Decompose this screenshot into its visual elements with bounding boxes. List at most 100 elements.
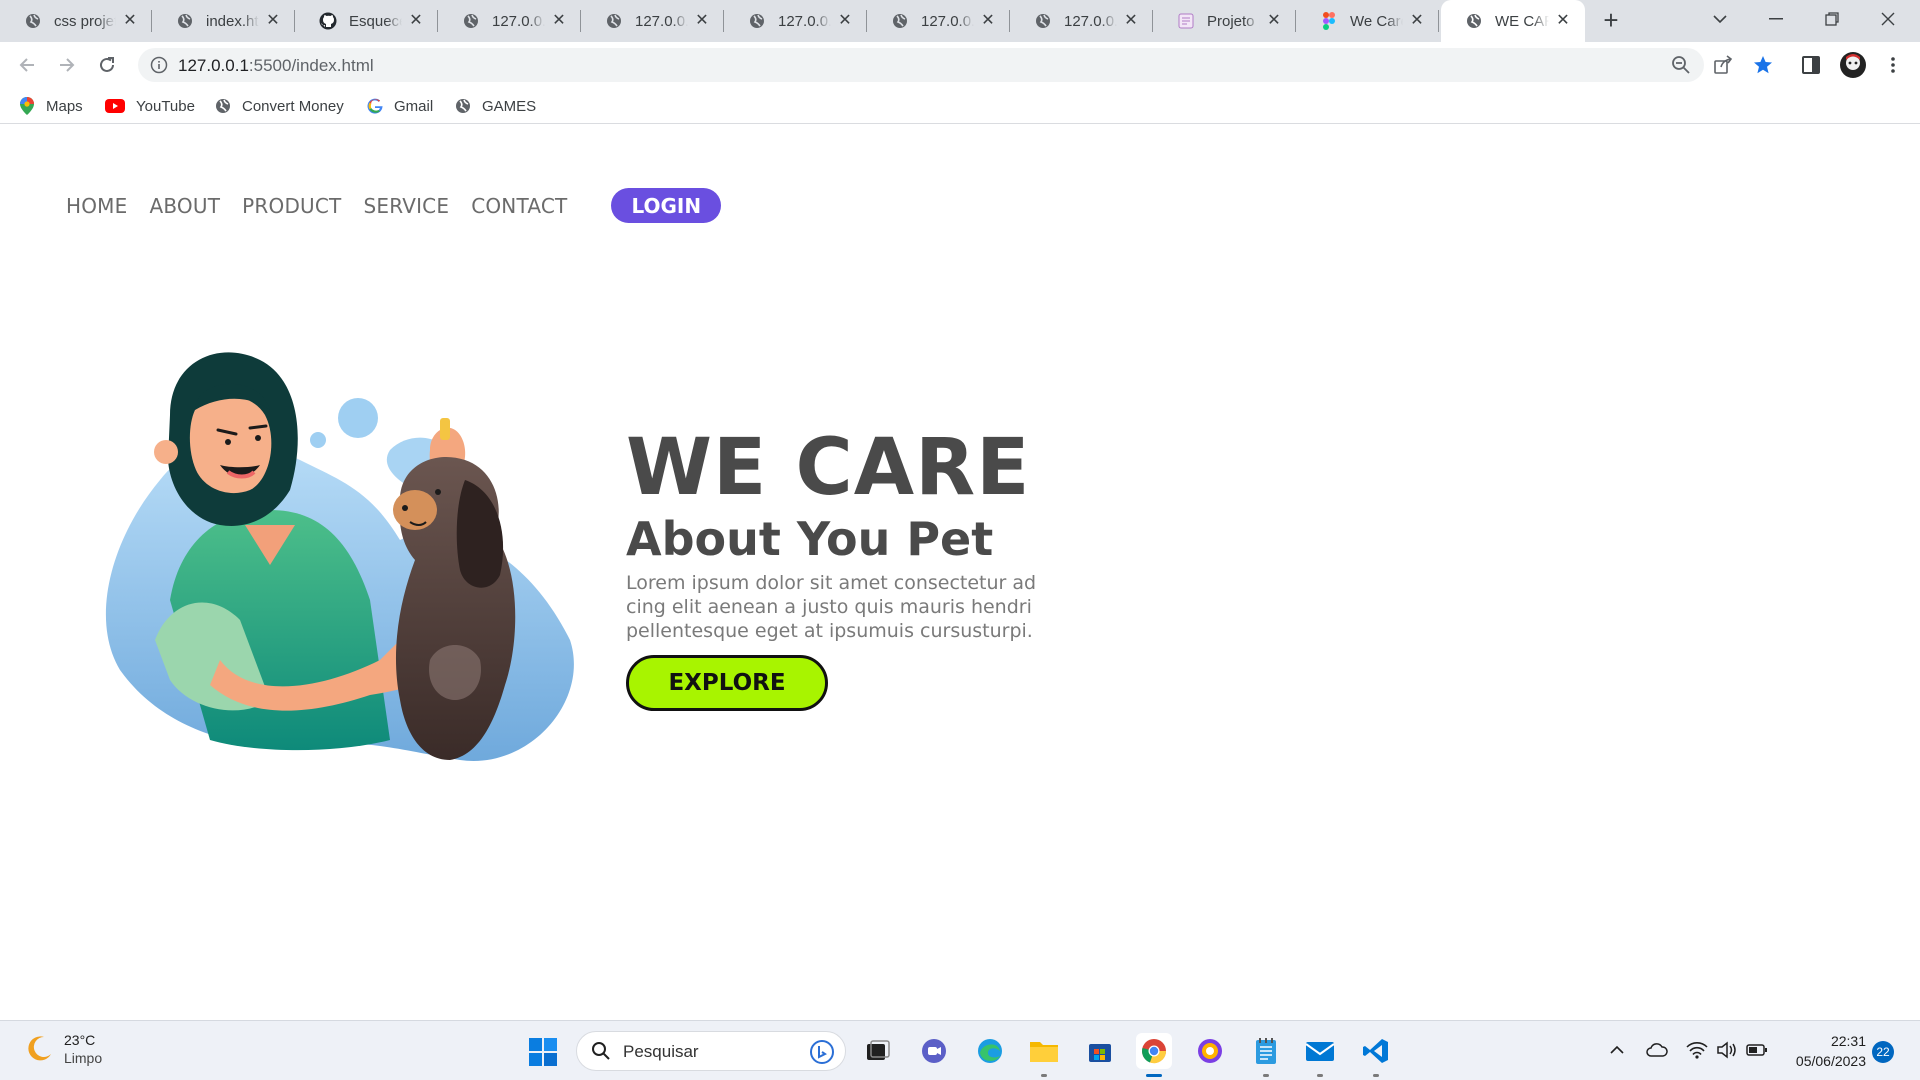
browser-tab[interactable]: Esqueceu ✕: [295, 0, 438, 42]
nav-contact[interactable]: CONTACT: [471, 194, 567, 218]
globe-icon: [24, 12, 42, 30]
close-icon[interactable]: ✕: [1123, 13, 1139, 29]
browser-tab[interactable]: index.htm ✕: [152, 0, 295, 42]
bookmarks-bar: Maps YouTube Convert Money Gmail GAMES: [0, 88, 1920, 124]
bookmark-youtube[interactable]: YouTube: [104, 94, 195, 118]
tab-title: WE CARE: [1495, 12, 1549, 30]
tab-title: 127.0.0.1:: [921, 12, 974, 30]
close-icon[interactable]: ✕: [1555, 13, 1571, 29]
zoom-icon[interactable]: [1670, 54, 1692, 76]
nav-service[interactable]: SERVICE: [363, 194, 449, 218]
close-icon[interactable]: ✕: [1409, 13, 1425, 29]
taskbar-chrome[interactable]: [1136, 1033, 1172, 1077]
tab-title: css projet: [54, 12, 116, 30]
profile-avatar[interactable]: [1838, 50, 1868, 80]
taskbar-search[interactable]: Pesquisar: [576, 1031, 846, 1071]
url-host: 127.0.0.1: [178, 56, 249, 75]
moon-icon: [28, 1036, 51, 1061]
new-tab-button[interactable]: +: [1598, 7, 1624, 34]
hero-headline: WE CARE: [626, 423, 1031, 513]
browser-toolbar: 127.0.0.1:5500/index.html: [0, 42, 1920, 88]
search-icon: [592, 1042, 610, 1060]
explore-button[interactable]: EXPLORE: [626, 655, 828, 711]
weather-temp: 23°C: [64, 1032, 96, 1048]
taskbar-app-circle[interactable]: [1192, 1033, 1228, 1069]
close-window-button[interactable]: [1860, 0, 1916, 38]
weather-condition: Limpo: [64, 1050, 103, 1066]
nav-home[interactable]: HOME: [66, 194, 127, 218]
notification-badge[interactable]: 22: [1872, 1041, 1894, 1063]
back-button[interactable]: [12, 50, 42, 80]
forward-button[interactable]: [52, 50, 82, 80]
wifi-icon[interactable]: [1686, 1039, 1708, 1061]
bookmark-gmail[interactable]: Gmail: [366, 94, 433, 118]
tab-title: 127.0.0.1:: [778, 12, 831, 30]
login-button[interactable]: LOGIN: [611, 188, 722, 223]
browser-tab[interactable]: We Care ✕: [1296, 0, 1439, 42]
taskbar-notepad[interactable]: [1248, 1033, 1284, 1077]
hero-paragraph-line: Lorem ipsum dolor sit amet consectetur a…: [626, 572, 1037, 594]
tab-title: Esqueceu: [349, 12, 402, 30]
minimize-button[interactable]: [1748, 0, 1804, 38]
volume-icon[interactable]: [1716, 1039, 1738, 1061]
menu-kebab-icon[interactable]: [1882, 54, 1904, 76]
close-icon[interactable]: ✕: [265, 13, 281, 29]
globe-icon: [1034, 12, 1052, 30]
bookmark-star-icon[interactable]: [1752, 54, 1774, 76]
close-icon[interactable]: ✕: [408, 13, 424, 29]
taskbar-edge[interactable]: [972, 1033, 1008, 1069]
bing-icon[interactable]: [809, 1039, 835, 1065]
side-panel-icon[interactable]: [1800, 54, 1822, 76]
tab-title: We Care: [1350, 12, 1403, 30]
address-bar[interactable]: 127.0.0.1:5500/index.html: [138, 48, 1704, 82]
system-clock[interactable]: 22:31 05/06/2023: [1782, 1031, 1866, 1071]
site-nav: HOME ABOUT PRODUCT SERVICE CONTACT LOGIN: [66, 188, 722, 223]
reload-button[interactable]: [92, 50, 122, 80]
taskbar-store[interactable]: [1082, 1033, 1118, 1069]
close-icon[interactable]: ✕: [694, 13, 710, 29]
battery-icon[interactable]: [1746, 1039, 1768, 1061]
hero-illustration: [105, 352, 574, 761]
weather-widget[interactable]: 23°C Limpo: [24, 1031, 102, 1067]
info-icon[interactable]: [150, 56, 168, 79]
taskbar-teams[interactable]: [916, 1033, 952, 1069]
restore-button[interactable]: [1804, 0, 1860, 38]
browser-tab[interactable]: Projeto p ✕: [1153, 0, 1296, 42]
show-hidden-icons-icon[interactable]: [1606, 1039, 1628, 1061]
close-icon[interactable]: ✕: [1266, 13, 1282, 29]
close-icon[interactable]: ✕: [551, 13, 567, 29]
onedrive-icon[interactable]: [1646, 1039, 1668, 1061]
nav-about[interactable]: ABOUT: [149, 194, 220, 218]
taskbar-task-view[interactable]: [860, 1033, 896, 1069]
bookmark-convert-money[interactable]: Convert Money: [214, 94, 344, 118]
browser-tab[interactable]: 127.0.0.1: ✕: [438, 0, 581, 42]
bookmark-label: GAMES: [482, 97, 537, 115]
nav-product[interactable]: PRODUCT: [242, 194, 341, 218]
taskbar-mail[interactable]: [1302, 1033, 1338, 1077]
globe-icon: [891, 12, 909, 30]
browser-tab[interactable]: 127.0.0.1: ✕: [1010, 0, 1153, 42]
url-text: 127.0.0.1:5500/index.html: [178, 56, 374, 76]
globe-icon: [176, 12, 194, 30]
hero-paragraph-line: pellentesque eget at ipsumuis cursusturp…: [626, 620, 1033, 642]
windows-start-icon[interactable]: [528, 1037, 558, 1067]
taskbar-vscode[interactable]: [1358, 1033, 1394, 1077]
globe-icon: [748, 12, 766, 30]
browser-tab-active[interactable]: WE CARE ✕: [1441, 0, 1585, 42]
share-icon[interactable]: [1712, 54, 1734, 76]
globe-icon: [605, 12, 623, 30]
browser-tab[interactable]: 127.0.0.1: ✕: [867, 0, 1010, 42]
bookmark-games[interactable]: GAMES: [454, 94, 536, 118]
taskbar-file-explorer[interactable]: [1026, 1033, 1062, 1077]
browser-tab[interactable]: 127.0.0.1: ✕: [724, 0, 867, 42]
browser-tab[interactable]: css projet ✕: [0, 0, 152, 42]
google-icon: [366, 97, 384, 115]
close-icon[interactable]: ✕: [837, 13, 853, 29]
browser-tab[interactable]: 127.0.0.1: ✕: [581, 0, 724, 42]
close-icon[interactable]: ✕: [980, 13, 996, 29]
close-icon[interactable]: ✕: [122, 13, 138, 29]
tab-title: index.htm: [206, 12, 259, 30]
bookmark-maps[interactable]: Maps: [18, 94, 83, 118]
tab-search-button[interactable]: [1692, 0, 1748, 38]
url-path: :5500/index.html: [248, 56, 374, 75]
